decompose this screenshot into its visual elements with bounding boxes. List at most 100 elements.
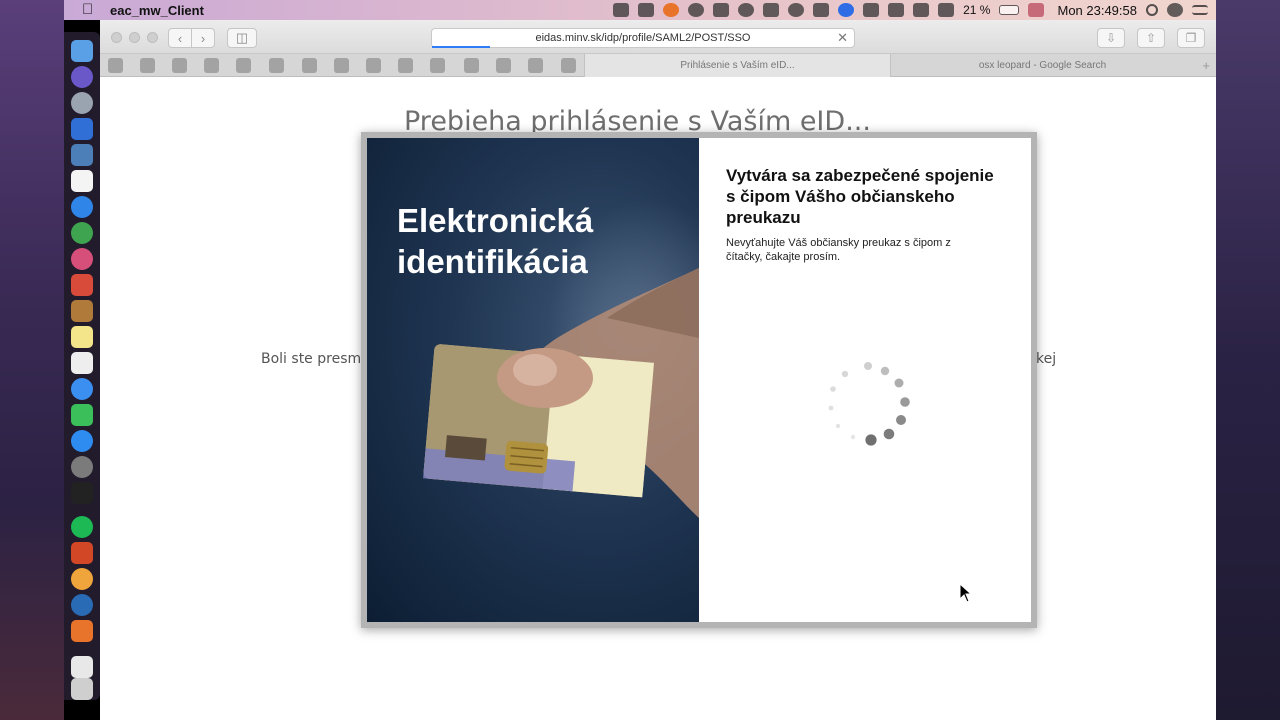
sidebar-icon: ◫	[235, 30, 249, 45]
favorite-1-icon[interactable]	[108, 58, 123, 73]
tab-google-search[interactable]: osx leopard - Google Search	[890, 54, 1194, 77]
brand-title: Elektronická identifikácia	[397, 200, 593, 282]
mouse-pointer-icon	[959, 583, 973, 603]
forward-button[interactable]: ›	[191, 28, 215, 48]
brand-title-line1: Elektronická	[397, 202, 594, 239]
favorite-12-icon[interactable]	[464, 58, 479, 73]
downloads-button[interactable]: ⇩	[1097, 28, 1125, 48]
stop-loading-icon[interactable]: ✕	[837, 29, 848, 47]
trash-icon[interactable]	[71, 678, 93, 700]
favorite-14-icon[interactable]	[528, 58, 543, 73]
sidebar-toggle-button[interactable]: ◫	[227, 28, 257, 48]
notes-dock-icon[interactable]	[71, 326, 93, 348]
launchpad-icon[interactable]	[71, 92, 93, 114]
back-button[interactable]: ‹	[168, 28, 192, 48]
url-text: eidas.minv.sk/idp/profile/SAML2/POST/SSO	[535, 32, 751, 44]
menu-bar:  eac_mw_Client 21 % Mon 23:49:58	[64, 0, 1216, 20]
notebook-icon[interactable]	[71, 300, 93, 322]
notification-center-icon[interactable]	[1192, 5, 1208, 15]
favorite-15-icon[interactable]	[561, 58, 576, 73]
eid-icon[interactable]	[663, 3, 680, 17]
favorite-10-icon[interactable]	[398, 58, 413, 73]
puzzle-icon[interactable]	[813, 3, 830, 17]
pen-icon[interactable]	[613, 3, 630, 17]
safari-icon[interactable]	[71, 196, 93, 218]
minimize-window-button[interactable]	[129, 32, 140, 43]
chevron-left-icon: ‹	[177, 30, 183, 46]
battery-icon[interactable]	[999, 5, 1020, 15]
siri-icon[interactable]	[1167, 3, 1183, 17]
textedit-icon[interactable]	[71, 352, 93, 374]
loading-spinner-icon	[828, 362, 910, 446]
favorite-7-icon[interactable]	[302, 58, 317, 73]
favorite-6-icon[interactable]	[269, 58, 284, 73]
share-button[interactable]: ⇧	[1137, 28, 1165, 48]
favorite-11-icon[interactable]	[430, 58, 445, 73]
new-tab-button[interactable]: +	[1202, 54, 1210, 77]
favorite-8-icon[interactable]	[334, 58, 349, 73]
cloud-icon[interactable]	[763, 3, 780, 17]
apple-icon[interactable]: 	[82, 2, 96, 18]
browser-toolbar: ‹ › ◫ eidas.minv.sk/idp/profile/SAML2/PO…	[100, 20, 1216, 54]
chrome-icon[interactable]	[71, 222, 93, 244]
flag-icon[interactable]	[1028, 3, 1045, 17]
system-preferences-icon[interactable]	[71, 456, 93, 478]
messenger-icon[interactable]	[71, 378, 93, 400]
password-manager-icon[interactable]	[838, 3, 855, 17]
eid-dialog: Elektronická identifikácia Vytvára sa za…	[361, 132, 1037, 628]
eid-client-icon[interactable]	[71, 620, 93, 642]
tabs-icon: ❐	[1185, 31, 1197, 45]
record-icon[interactable]	[688, 3, 705, 17]
mail-icon[interactable]	[71, 118, 93, 140]
battery-percent[interactable]: 21 %	[963, 3, 990, 17]
desktop-background-left	[0, 0, 64, 720]
share-icon: ⇧	[1145, 31, 1157, 45]
spotify-icon[interactable]	[71, 516, 93, 538]
spotlight-search-icon[interactable]	[1146, 4, 1158, 16]
calendar-icon[interactable]	[71, 170, 93, 192]
preview-icon[interactable]	[71, 144, 93, 166]
dropbox-icon[interactable]	[713, 3, 730, 17]
favorite-5-icon[interactable]	[236, 58, 251, 73]
page-load-progress	[432, 46, 490, 48]
zoom-window-button[interactable]	[147, 32, 158, 43]
redirect-text-left: Boli ste presm	[261, 351, 362, 367]
connection-status-message: Nevyťahujte Váš občiansky preukaz s čipo…	[726, 237, 951, 263]
theme-icon[interactable]	[788, 3, 805, 17]
connection-status-title: Vytvára sa zabezpečené spojenie s čipom …	[726, 166, 994, 227]
download-icon: ⇩	[1105, 31, 1117, 45]
keyboard-icon[interactable]	[938, 3, 955, 17]
favorite-13-icon[interactable]	[496, 58, 511, 73]
desktop-background-right	[1216, 0, 1280, 720]
siri-dock-icon[interactable]	[71, 66, 93, 88]
favorite-9-icon[interactable]	[366, 58, 381, 73]
photos-icon[interactable]	[71, 568, 93, 590]
tab-active[interactable]: Prihlásenie s Vaším eID...	[584, 54, 890, 77]
screen-sharing-icon[interactable]	[71, 274, 93, 296]
active-app-name[interactable]: eac_mw_Client	[110, 3, 204, 18]
clock-icon[interactable]	[738, 3, 755, 17]
airplay-icon[interactable]	[863, 3, 880, 17]
status-area: 21 % Mon 23:49:58	[613, 0, 1208, 20]
close-window-button[interactable]	[111, 32, 122, 43]
app-store-icon[interactable]	[71, 430, 93, 452]
chevron-right-icon: ›	[200, 30, 206, 46]
activity-monitor-icon[interactable]	[71, 482, 93, 504]
tab-overview-button[interactable]: ❐	[1177, 28, 1205, 48]
favorite-3-icon[interactable]	[172, 58, 187, 73]
eid-banner: Elektronická identifikácia	[367, 138, 699, 622]
notes-icon[interactable]	[638, 3, 655, 17]
document-icon[interactable]	[71, 656, 93, 678]
powerpoint-icon[interactable]	[71, 542, 93, 564]
favorite-2-icon[interactable]	[140, 58, 155, 73]
clock[interactable]: Mon 23:49:58	[1057, 3, 1137, 18]
quicktime-icon[interactable]	[71, 594, 93, 616]
tab-bar: Prihlásenie s Vaším eID... osx leopard -…	[100, 54, 1216, 77]
address-bar[interactable]: eidas.minv.sk/idp/profile/SAML2/POST/SSO…	[431, 28, 855, 48]
bluetooth-icon[interactable]	[888, 3, 905, 17]
colors-icon[interactable]	[71, 248, 93, 270]
finder-icon[interactable]	[71, 40, 93, 62]
facetime-icon[interactable]	[71, 404, 93, 426]
favorite-4-icon[interactable]	[204, 58, 219, 73]
wifi-icon[interactable]	[913, 3, 930, 17]
